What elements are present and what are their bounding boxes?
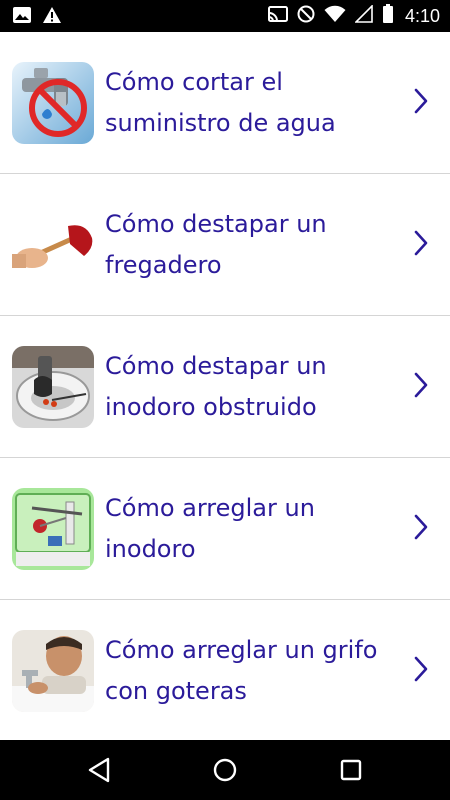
status-time: 4:10 (404, 5, 440, 26)
battery-icon (382, 4, 394, 28)
toilet-unclog-thumbnail (12, 346, 94, 428)
chevron-right-icon (414, 514, 428, 544)
list-item-title: Cómo arreglar un grifo con goteras (105, 636, 378, 705)
plunger-thumbnail (12, 204, 94, 286)
list-item-title: Cómo destapar un inodoro obstruido (105, 352, 327, 421)
list-item[interactable]: Cómo arreglar un inodoro (0, 458, 450, 600)
list-item-title: Cómo cortar el suministro de agua (105, 68, 336, 137)
signal-icon (354, 4, 373, 27)
chevron-right-icon (414, 230, 428, 260)
do-not-disturb-icon (297, 5, 315, 27)
list-item[interactable]: Cómo cortar el suministro de agua (0, 32, 450, 174)
recents-button[interactable] (337, 756, 365, 788)
list-item-title: Cómo arreglar un inodoro (105, 494, 315, 563)
home-button[interactable] (211, 756, 239, 788)
toilet-tank-thumbnail (12, 488, 94, 570)
howto-list: Cómo cortar el suministro de agua Cómo d… (0, 32, 450, 742)
warning-icon (42, 6, 62, 28)
chevron-right-icon (414, 88, 428, 118)
list-item[interactable]: Cómo destapar un inodoro obstruido (0, 316, 450, 458)
faucet-no-water-thumbnail (12, 62, 94, 144)
plumber-faucet-thumbnail (12, 630, 94, 712)
list-item[interactable]: Cómo destapar un fregadero (0, 174, 450, 316)
navigation-bar (0, 740, 450, 800)
chevron-right-icon (414, 656, 428, 686)
back-button[interactable] (86, 756, 114, 788)
list-item-title: Cómo destapar un fregadero (105, 210, 327, 279)
wifi-icon (324, 5, 346, 27)
chevron-right-icon (414, 372, 428, 402)
image-icon (12, 6, 32, 28)
list-item[interactable]: Cómo arreglar un grifo con goteras (0, 600, 450, 742)
cast-icon (267, 6, 288, 26)
status-bar: 4:10 (0, 0, 450, 32)
